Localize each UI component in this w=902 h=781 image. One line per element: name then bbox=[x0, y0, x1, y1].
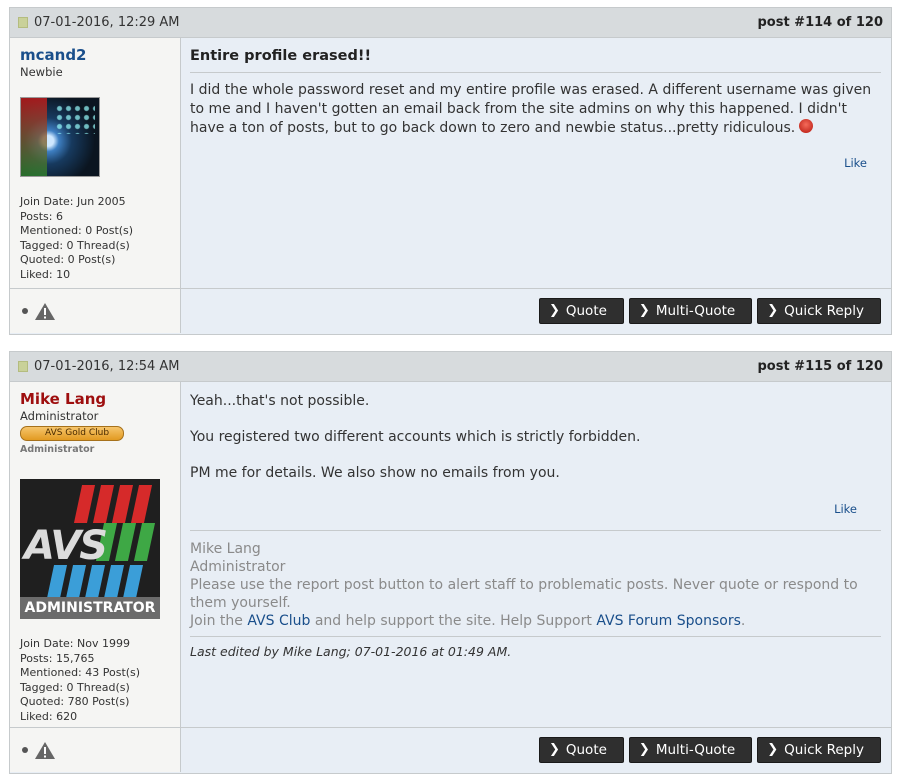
post-title: Entire profile erased!! bbox=[190, 48, 881, 73]
online-status-icon bbox=[22, 747, 28, 753]
signature-notice: Please use the report post button to ale… bbox=[190, 577, 858, 611]
post-date: 07-01-2016, 12:29 AM bbox=[34, 15, 180, 30]
stat-mentioned: Mentioned: 0 Post(s) bbox=[20, 224, 134, 237]
chevron-right-icon: ❯ bbox=[638, 303, 650, 318]
avatar-caption: ADMINISTRATOR bbox=[20, 597, 160, 619]
post-date: 07-01-2016, 12:54 AM bbox=[34, 359, 180, 374]
edited-note: Last edited by Mike Lang; 07-01-2016 at … bbox=[190, 636, 881, 659]
multi-quote-label: Multi-Quote bbox=[655, 742, 736, 758]
post-status-icon bbox=[18, 361, 28, 372]
user-info: Mike Lang Administrator AVS Gold Club Ad… bbox=[10, 382, 181, 727]
quote-button[interactable]: ❯ Quote bbox=[538, 298, 624, 324]
message-line: Yeah...that's not possible. bbox=[190, 393, 370, 409]
stat-posts: Posts: 6 bbox=[20, 209, 63, 223]
avatar-red-stripes bbox=[73, 485, 154, 523]
avatar-green-stripes bbox=[95, 523, 157, 561]
signature-text: . bbox=[740, 613, 746, 629]
post-header: 07-01-2016, 12:29 AM post #114 of 120 bbox=[10, 8, 891, 38]
post-115: 07-01-2016, 12:54 AM post #115 of 120 Mi… bbox=[9, 351, 892, 774]
message-line: You registered two different accounts wh… bbox=[190, 429, 641, 445]
post-header: 07-01-2016, 12:54 AM post #115 of 120 bbox=[10, 352, 891, 382]
post-number-link[interactable]: post #114 of 120 bbox=[757, 15, 883, 30]
chevron-right-icon: ❯ bbox=[548, 742, 560, 757]
stat-quoted: Quoted: 0 Post(s) bbox=[20, 253, 116, 266]
post-content: Entire profile erased!! I did the whole … bbox=[181, 38, 891, 288]
user-title: Administrator bbox=[20, 409, 99, 423]
chevron-right-icon: ❯ bbox=[767, 742, 779, 757]
user-title: Newbie bbox=[20, 65, 63, 79]
post-number-link[interactable]: post #115 of 120 bbox=[757, 359, 883, 374]
avatar[interactable]: AVS ADMINISTRATOR bbox=[20, 479, 160, 619]
stat-quoted: Quoted: 780 Post(s) bbox=[20, 695, 130, 708]
stat-join-date: Join Date: Jun 2005 bbox=[20, 195, 126, 208]
report-warning-icon[interactable] bbox=[34, 302, 56, 321]
signature-text: and help support the site. Help Support bbox=[310, 613, 597, 629]
avatar-logo-text: AVS bbox=[24, 523, 108, 569]
report-warning-icon[interactable] bbox=[34, 741, 56, 760]
chevron-right-icon: ❯ bbox=[767, 303, 779, 318]
quote-label: Quote bbox=[565, 303, 607, 319]
like-link[interactable]: Like bbox=[844, 156, 867, 170]
stat-posts: Posts: 15,765 bbox=[20, 651, 95, 665]
post-status-icon bbox=[18, 17, 28, 28]
like-link[interactable]: Like bbox=[834, 502, 857, 516]
rank-badge: AVS Gold Club bbox=[20, 426, 125, 441]
stat-mentioned: Mentioned: 43 Post(s) bbox=[20, 666, 141, 679]
username-link[interactable]: mcand2 bbox=[20, 46, 170, 64]
quick-reply-label: Quick Reply bbox=[784, 742, 864, 758]
chevron-right-icon: ❯ bbox=[548, 303, 560, 318]
stat-tagged: Tagged: 0 Thread(s) bbox=[20, 680, 130, 694]
user-stats: Join Date: Jun 2005 Posts: 6 Mentioned: … bbox=[20, 195, 170, 282]
message-text: I did the whole password reset and my en… bbox=[190, 82, 872, 136]
stat-liked: Liked: 10 bbox=[20, 267, 71, 281]
username-link[interactable]: Mike Lang bbox=[20, 390, 170, 408]
signature-name: Mike Lang bbox=[190, 541, 261, 557]
quote-button[interactable]: ❯ Quote bbox=[538, 737, 624, 763]
post-content: Yeah...that's not possible. You register… bbox=[181, 382, 891, 727]
post-footer: ❯ Quote ❯ Multi-Quote ❯ Quick Reply bbox=[10, 288, 891, 333]
stat-liked: Liked: 620 bbox=[20, 709, 78, 723]
quick-reply-button[interactable]: ❯ Quick Reply bbox=[757, 737, 881, 763]
post-footer: ❯ Quote ❯ Multi-Quote ❯ Quick Reply bbox=[10, 727, 891, 772]
user-info: mcand2 Newbie Join Date: Jun 2005 Posts:… bbox=[10, 38, 181, 288]
multi-quote-label: Multi-Quote bbox=[655, 303, 736, 319]
signature-text: Join the bbox=[190, 613, 248, 629]
quote-label: Quote bbox=[565, 742, 607, 758]
mad-face-icon bbox=[799, 119, 814, 133]
post-message: Yeah...that's not possible. You register… bbox=[190, 392, 881, 483]
multi-quote-button[interactable]: ❯ Multi-Quote bbox=[628, 298, 753, 324]
avatar[interactable] bbox=[20, 97, 100, 177]
signature-role: Administrator bbox=[190, 559, 286, 575]
online-status-icon bbox=[22, 308, 28, 314]
post-message: I did the whole password reset and my en… bbox=[190, 81, 881, 138]
signature: Mike Lang Administrator Please use the r… bbox=[190, 530, 881, 630]
stat-join-date: Join Date: Nov 1999 bbox=[20, 637, 130, 650]
quick-reply-label: Quick Reply bbox=[784, 303, 864, 319]
avs-sponsors-link[interactable]: AVS Forum Sponsors bbox=[596, 613, 741, 629]
message-line: PM me for details. We also show no email… bbox=[190, 465, 560, 481]
rank-subtitle: Administrator bbox=[20, 444, 95, 455]
stat-tagged: Tagged: 0 Thread(s) bbox=[20, 238, 130, 252]
multi-quote-button[interactable]: ❯ Multi-Quote bbox=[628, 737, 753, 763]
signature-support-line: Join the AVS Club and help support the s… bbox=[190, 612, 881, 630]
post-114: 07-01-2016, 12:29 AM post #114 of 120 mc… bbox=[9, 7, 892, 335]
chevron-right-icon: ❯ bbox=[638, 742, 650, 757]
quick-reply-button[interactable]: ❯ Quick Reply bbox=[757, 298, 881, 324]
user-stats: Join Date: Nov 1999 Posts: 15,765 Mentio… bbox=[20, 637, 170, 724]
avs-club-link[interactable]: AVS Club bbox=[247, 613, 310, 629]
